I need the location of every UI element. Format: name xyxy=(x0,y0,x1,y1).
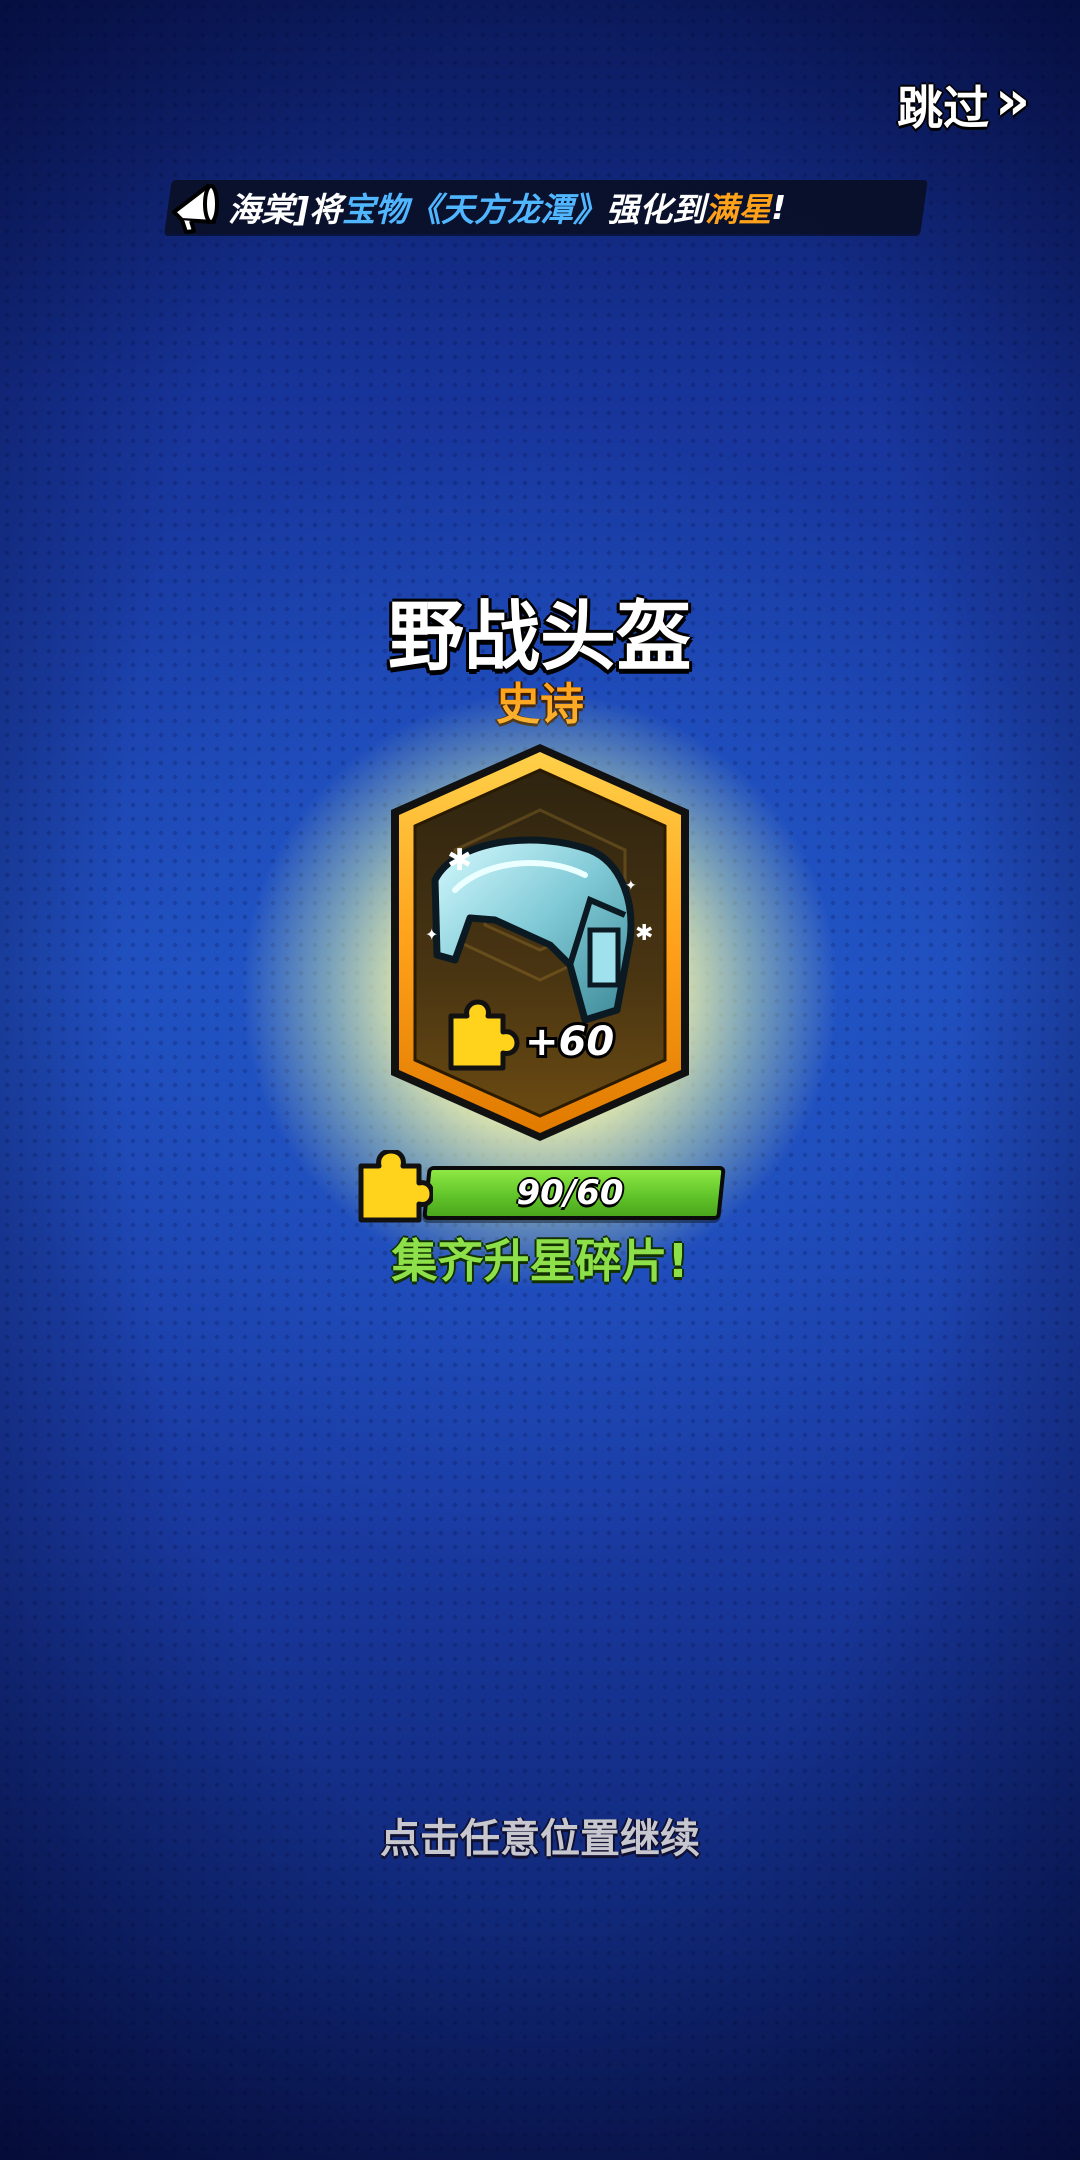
item-card: ✱ ✱ ✦ ✦ +60 xyxy=(391,744,689,1141)
broadcast-text-2: 强化到 xyxy=(606,190,706,229)
collect-fragments-message: 集齐升星碎片! xyxy=(391,1234,689,1288)
broadcast-text-1: 海棠]将 xyxy=(228,190,343,229)
double-chevron-right-icon: » xyxy=(995,69,1030,132)
svg-text:✦: ✦ xyxy=(625,878,637,894)
broadcast-treasure-name: 宝物《天方龙潭》 xyxy=(342,190,607,229)
progress-text: 90/60 xyxy=(516,1173,624,1213)
megaphone-icon xyxy=(172,184,219,234)
broadcast-text-3: ! xyxy=(771,187,787,227)
broadcast-message: 海棠]将 宝物《天方龙潭》 强化到 满星 ! xyxy=(228,186,787,230)
skip-button[interactable]: 跳过 » xyxy=(897,72,1030,138)
svg-text:✱: ✱ xyxy=(447,843,472,878)
fragment-gain: +60 xyxy=(525,1019,614,1065)
tap-to-continue-hint: 点击任意位置继续 xyxy=(380,1816,700,1862)
broadcast-full-star: 满星 xyxy=(705,190,772,229)
svg-text:✦: ✦ xyxy=(425,925,438,944)
fragment-progress: 90/60 xyxy=(355,1150,726,1223)
puzzle-piece-icon xyxy=(358,1150,433,1223)
skip-label: 跳过 xyxy=(897,81,990,135)
svg-text:✱: ✱ xyxy=(635,921,653,946)
